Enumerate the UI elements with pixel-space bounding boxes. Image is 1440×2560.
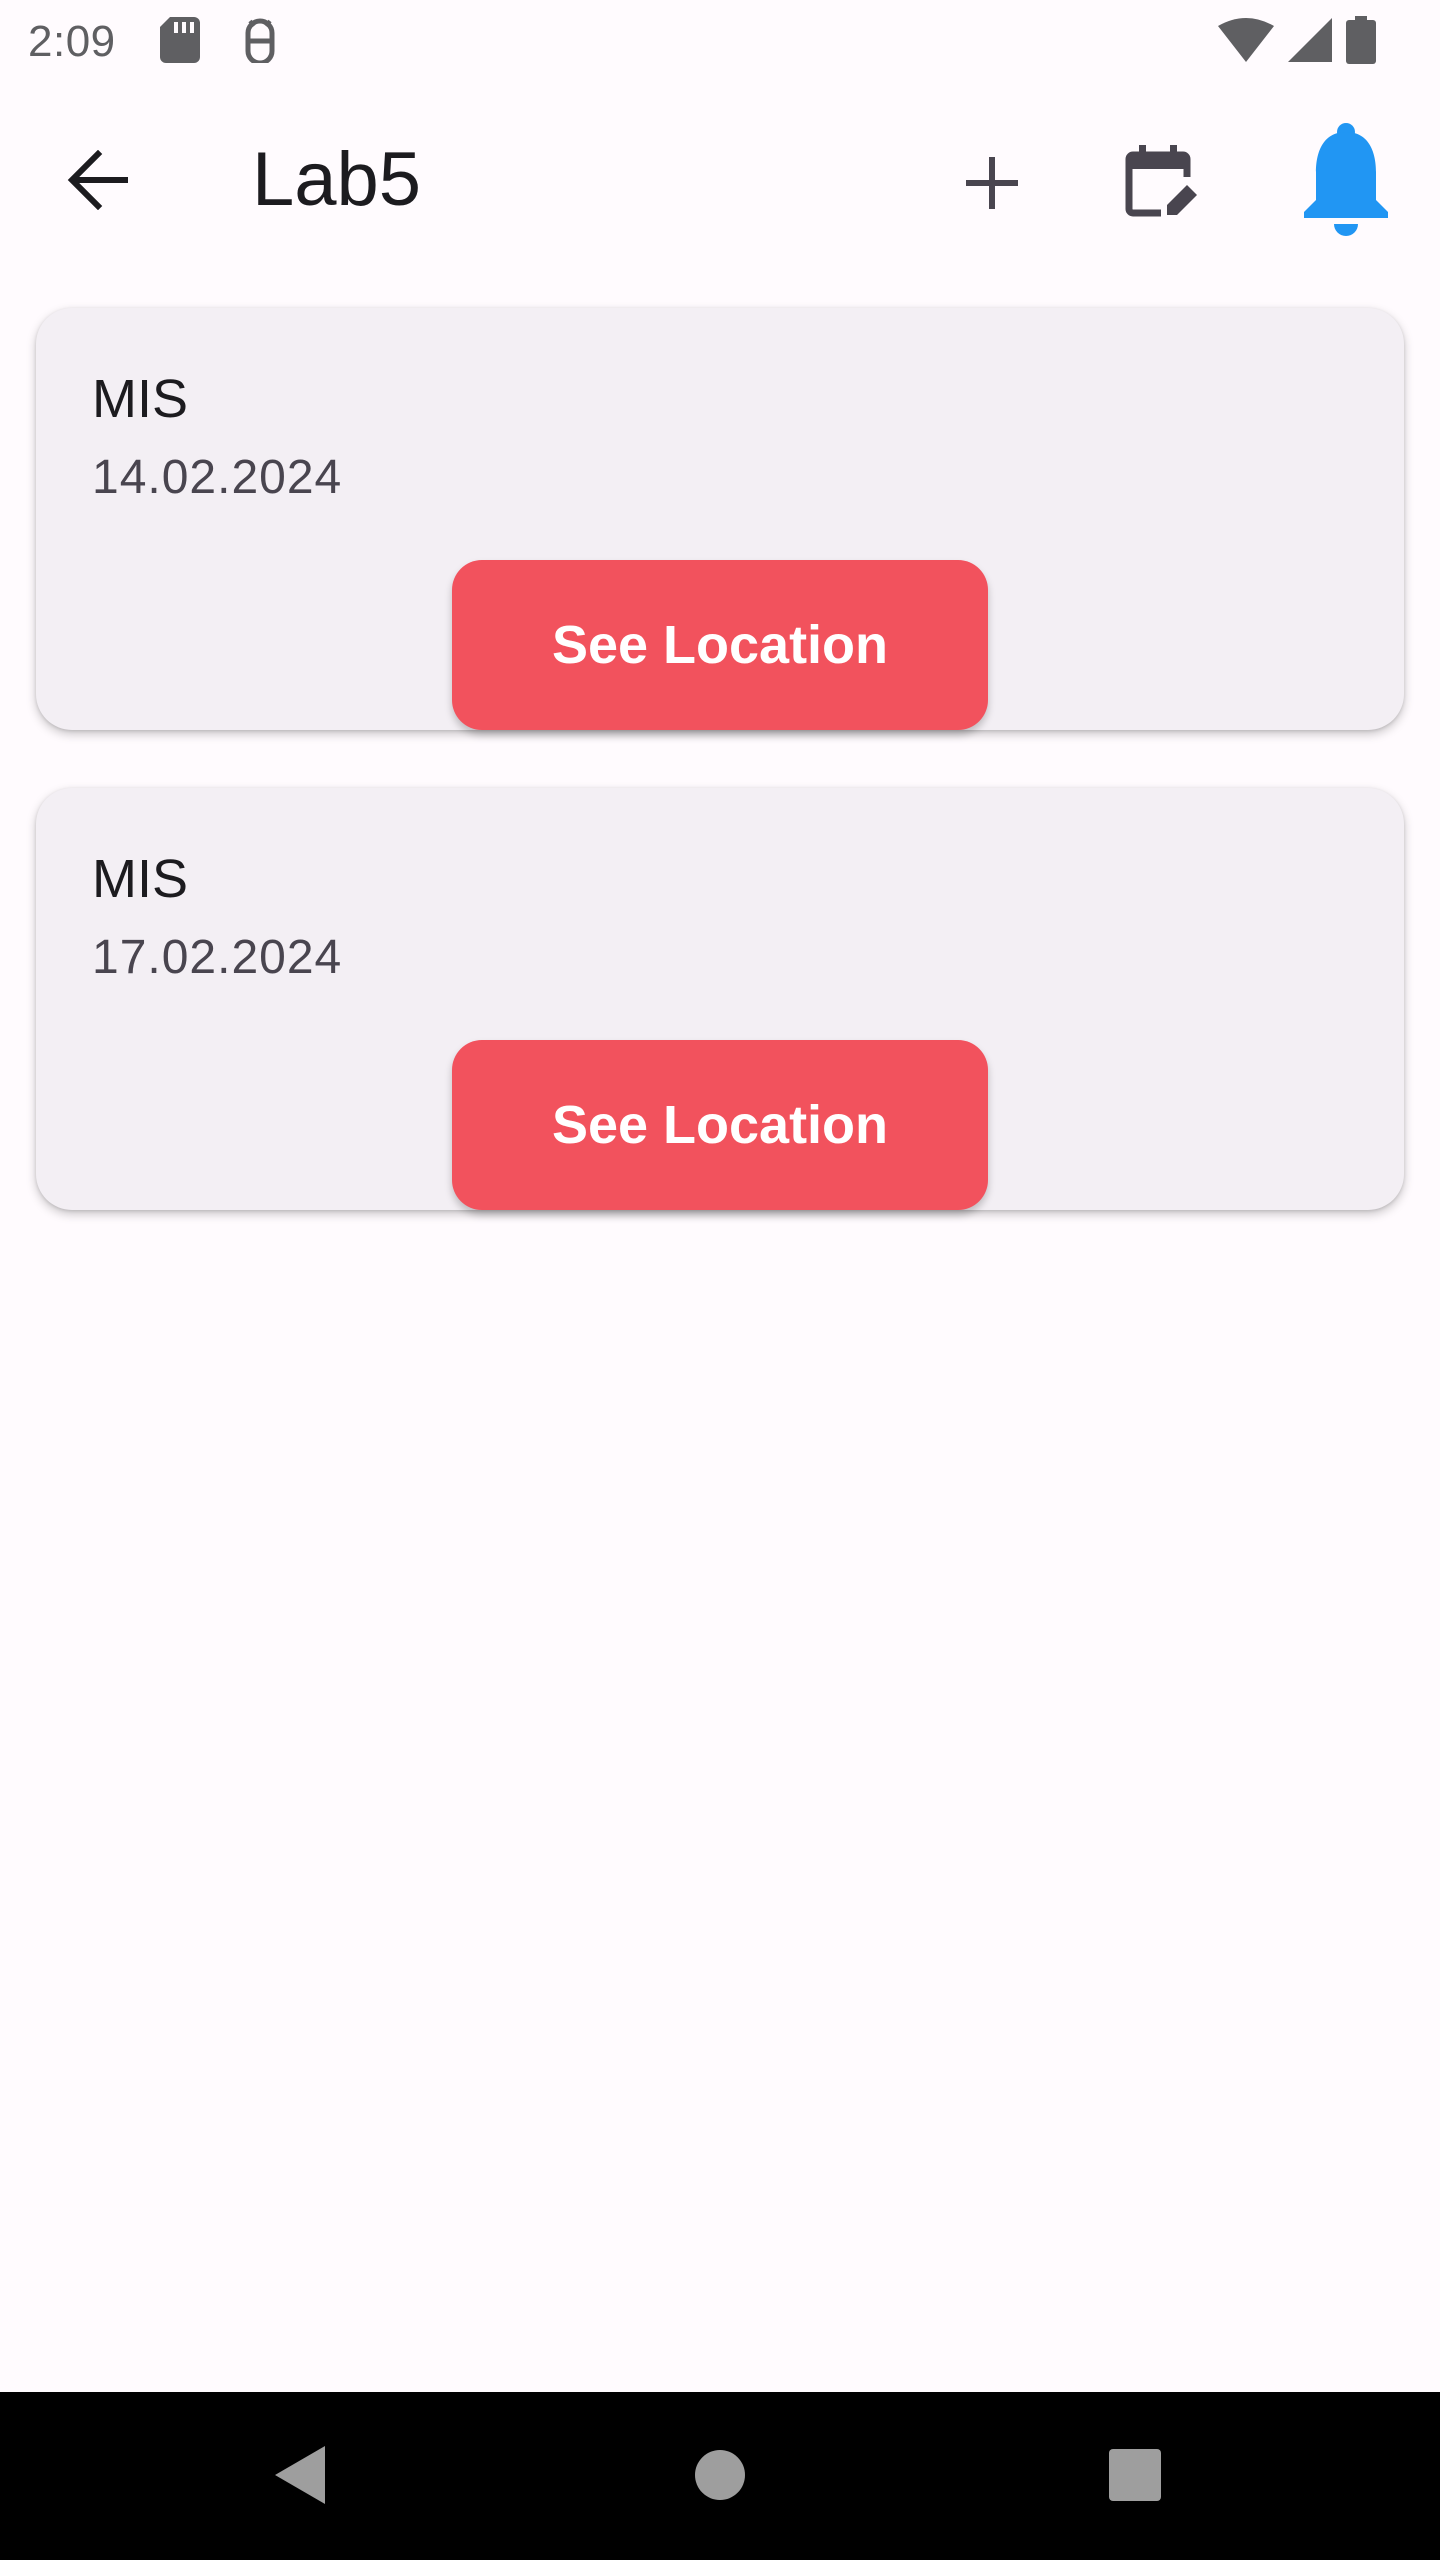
status-left-icons xyxy=(159,16,280,68)
sd-card-icon xyxy=(159,16,200,68)
edit-calendar-icon xyxy=(1123,144,1199,226)
add-button[interactable] xyxy=(937,130,1047,240)
edit-calendar-button[interactable] xyxy=(1106,130,1216,240)
back-button[interactable] xyxy=(50,140,146,224)
system-nav-bar xyxy=(0,2392,1440,2560)
recents-square-icon xyxy=(1108,2448,1162,2507)
cell-signal-icon xyxy=(1288,17,1332,67)
see-location-button[interactable]: See Location xyxy=(452,1040,988,1210)
event-date: 14.02.2024 xyxy=(92,451,343,504)
event-title: MIS xyxy=(92,369,189,429)
page-title: Lab5 xyxy=(252,137,422,222)
notifications-bell-icon xyxy=(1298,122,1394,243)
wifi-icon xyxy=(1218,17,1274,67)
status-bar: 2:09 xyxy=(0,0,1440,84)
app-bar: Lab5 xyxy=(0,100,1440,264)
event-date: 17.02.2024 xyxy=(92,931,343,984)
see-location-button[interactable]: See Location xyxy=(452,560,988,730)
event-card: MIS 17.02.2024 See Location xyxy=(36,788,1404,1210)
battery-icon xyxy=(1346,15,1376,69)
nav-home-button[interactable] xyxy=(675,2432,765,2522)
nav-recents-button[interactable] xyxy=(1090,2432,1180,2522)
android-debug-icon xyxy=(240,17,280,68)
event-list: MIS 14.02.2024 See Location MIS 17.02.20… xyxy=(36,308,1404,1268)
event-card: MIS 14.02.2024 See Location xyxy=(36,308,1404,730)
home-circle-icon xyxy=(694,2449,746,2506)
status-time: 2:09 xyxy=(28,17,116,66)
nav-back-button[interactable] xyxy=(256,2432,346,2522)
add-icon xyxy=(964,155,1020,216)
back-triangle-icon xyxy=(273,2444,329,2511)
arrow-back-icon xyxy=(66,149,130,215)
status-right-icons xyxy=(1218,15,1412,69)
event-title: MIS xyxy=(92,849,189,909)
notifications-button[interactable] xyxy=(1286,122,1406,242)
